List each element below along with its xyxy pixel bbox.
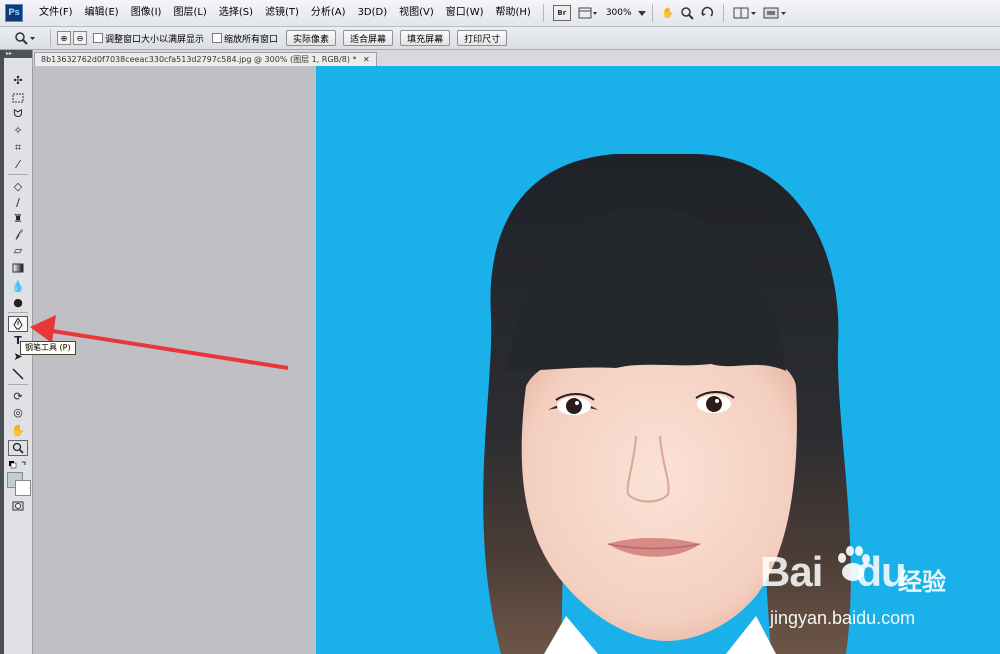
pen-tool-tooltip: 钢笔工具 (P) <box>20 341 76 355</box>
quick-mask-button[interactable] <box>8 498 28 514</box>
zoom-level[interactable]: 300% <box>600 8 638 18</box>
magnifier-icon <box>12 442 24 454</box>
swap-colors-icon <box>9 461 26 469</box>
zoom-tool-button[interactable] <box>677 4 697 22</box>
annotation-arrow <box>30 315 289 370</box>
fit-screen-button[interactable]: 适合屏幕 <box>343 30 394 46</box>
arrange-documents-icon <box>733 7 757 19</box>
close-icon[interactable]: ✕ <box>363 55 370 64</box>
bridge-icon: Br <box>552 5 571 21</box>
divider <box>723 4 725 22</box>
background-color-swatch[interactable] <box>15 480 31 496</box>
watermark-brand: Bai du <box>760 548 907 595</box>
screen-mode-button[interactable] <box>760 4 790 22</box>
rotate-view-icon <box>701 6 714 17</box>
3d-orbit-icon: ◎ <box>13 405 23 419</box>
watermark-url: jingyan.baidu.com <box>770 608 916 628</box>
magnifier-icon <box>681 7 694 20</box>
menu-help[interactable]: 帮助(H) <box>490 0 537 26</box>
menu-view[interactable]: 视图(V) <box>393 0 440 26</box>
hand-tool[interactable]: ✋ <box>8 422 28 438</box>
hand-icon: ✋ <box>661 7 675 19</box>
default-colors-button[interactable] <box>8 460 28 470</box>
screen-mode-icon <box>763 7 787 19</box>
hand-tool-button[interactable]: ✋ <box>659 4 677 22</box>
rotate-view-button[interactable] <box>697 4 717 22</box>
baidu-watermark: Bai du 经验 jingyan.baidu.com <box>760 540 1000 640</box>
chevron-down-icon[interactable] <box>637 9 646 17</box>
3d-orbit-tool[interactable]: ◎ <box>8 404 28 420</box>
paw-icon <box>838 546 870 581</box>
view-extras-icon <box>578 7 597 19</box>
arrange-documents-button[interactable] <box>730 4 760 22</box>
quick-mask-icon <box>12 501 24 511</box>
divider <box>542 4 544 22</box>
menu-window[interactable]: 窗口(W) <box>440 0 490 26</box>
hand-icon: ✋ <box>11 423 25 437</box>
zoom-tool[interactable] <box>8 440 28 456</box>
view-extras-button[interactable] <box>574 4 600 22</box>
fill-screen-button[interactable]: 填充屏幕 <box>400 30 451 46</box>
launch-bridge-button[interactable]: Br <box>550 4 574 22</box>
menu-3d[interactable]: 3D(D) <box>352 0 394 26</box>
watermark-cn: 经验 <box>898 568 946 596</box>
print-size-button[interactable]: 打印尺寸 <box>457 30 508 46</box>
divider <box>651 4 653 22</box>
